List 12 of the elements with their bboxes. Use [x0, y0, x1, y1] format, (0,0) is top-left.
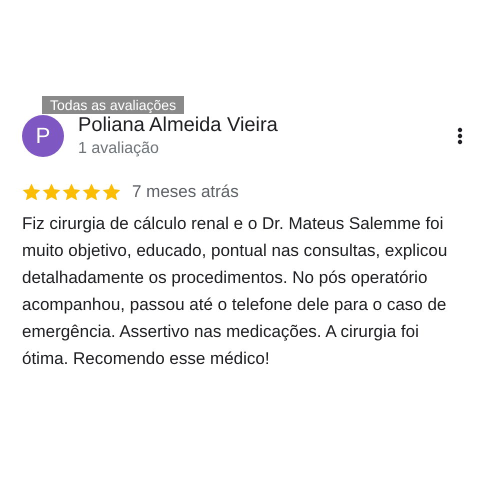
author-name[interactable]: Poliana Almeida Vieira — [78, 114, 443, 137]
review-text: Fiz cirurgia de cálculo renal e o Dr. Mateus Salemme foi muito objetivo, educado, pontual nas consultas, explicou detalhadamente os procedimentos. No pós operatório acompanhou, passou até o telefone dele para o caso de emergência. Assertivo nas medicações. A cirurgia foi ótima. Recomendo esse médico! — [22, 213, 448, 370]
more-options-icon[interactable] — [457, 127, 463, 145]
author-review-count: 1 avaliação — [78, 140, 160, 158]
star-icon — [82, 183, 101, 201]
star-icon — [62, 183, 81, 201]
star-icon — [22, 183, 41, 201]
star-icon — [102, 183, 121, 201]
review-time: 7 meses atrás — [132, 182, 239, 202]
star-icon — [42, 183, 61, 201]
tooltip: Todas as avaliações — [42, 96, 184, 114]
avatar: P — [22, 115, 64, 157]
